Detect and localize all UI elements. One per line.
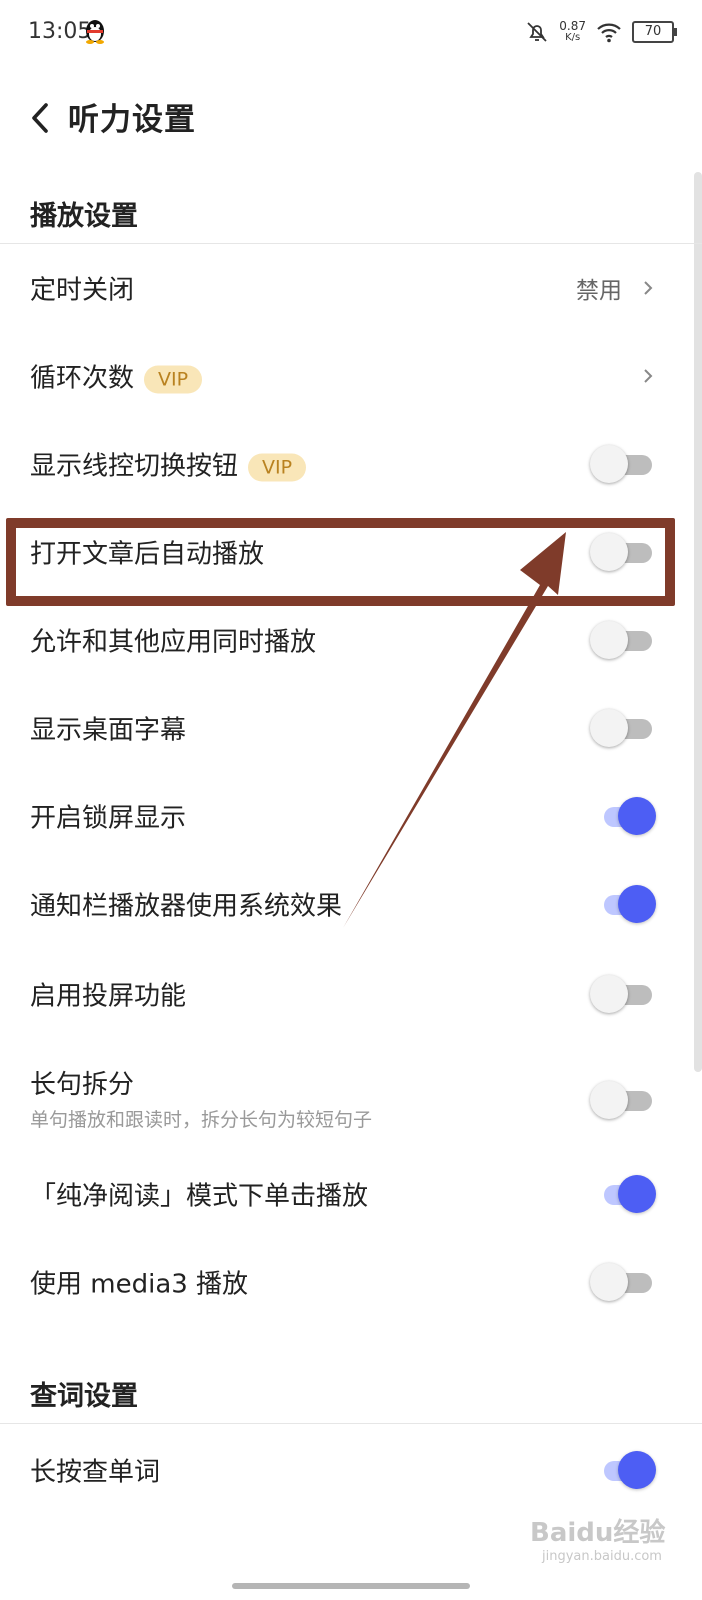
switch-knob bbox=[618, 1175, 656, 1213]
back-arrow-icon[interactable] bbox=[26, 100, 58, 136]
setting-label: 使用 media3 播放 bbox=[30, 1269, 249, 1300]
toggle-switch[interactable] bbox=[590, 884, 656, 924]
setting-label: 长句拆分 bbox=[30, 1070, 135, 1100]
watermark-subtext: jingyan.baidu.com bbox=[542, 1549, 662, 1564]
switch-knob bbox=[590, 709, 628, 747]
status-bar: 13:05 0.87 K/s 70 bbox=[0, 0, 702, 64]
toggle-switch[interactable] bbox=[590, 1262, 654, 1302]
setting-label-text: 循环次数 bbox=[30, 363, 135, 394]
setting-loop-count[interactable]: 循环次数 VIP bbox=[0, 332, 702, 420]
setting-notification-system: 通知栏播放器使用系统效果 bbox=[0, 860, 702, 948]
setting-label: 打开文章后自动播放 bbox=[30, 539, 265, 570]
switch-knob bbox=[590, 975, 628, 1013]
toggle-switch[interactable] bbox=[590, 1450, 656, 1490]
setting-label-text: 显示线控切换按钮 bbox=[30, 451, 239, 482]
switch-knob bbox=[590, 1081, 628, 1119]
switch-knob bbox=[590, 533, 628, 571]
vip-badge: VIP bbox=[144, 365, 203, 393]
setting-label: 启用投屏功能 bbox=[30, 981, 187, 1012]
switch-knob bbox=[590, 621, 628, 659]
setting-value: 禁用 bbox=[576, 278, 622, 304]
qq-penguin-icon bbox=[86, 20, 104, 44]
network-speed-unit: K/s bbox=[565, 32, 581, 43]
setting-label: 长按查单词 bbox=[30, 1457, 161, 1488]
toggle-switch[interactable] bbox=[590, 444, 654, 484]
setting-allow-other-apps: 允许和其他应用同时播放 bbox=[0, 596, 702, 684]
setting-desktop-lyrics: 显示桌面字幕 bbox=[0, 684, 702, 772]
toggle-switch[interactable] bbox=[590, 532, 654, 572]
setting-lockscreen: 开启锁屏显示 bbox=[0, 772, 702, 860]
setting-description: 单句播放和跟读时，拆分长句为较短句子 bbox=[30, 1109, 373, 1131]
setting-pure-read-tap: 「纯净阅读」模式下单击播放 bbox=[0, 1150, 702, 1238]
toggle-switch[interactable] bbox=[590, 1174, 656, 1214]
network-speed: 0.87 K/s bbox=[559, 20, 586, 44]
status-icons: 0.87 K/s 70 bbox=[525, 18, 677, 46]
network-speed-value: 0.87 bbox=[559, 19, 586, 33]
vip-badge: VIP bbox=[248, 453, 307, 481]
toggle-switch[interactable] bbox=[590, 796, 656, 836]
battery-indicator: 70 bbox=[632, 21, 677, 43]
setting-label: 定时关闭 bbox=[30, 275, 135, 306]
setting-label: 开启锁屏显示 bbox=[30, 803, 187, 834]
switch-knob bbox=[618, 1451, 656, 1489]
setting-auto-play: 打开文章后自动播放 bbox=[0, 508, 702, 596]
setting-media3: 使用 media3 播放 bbox=[0, 1238, 702, 1326]
toggle-switch[interactable] bbox=[590, 708, 654, 748]
top-bar: 听力设置 bbox=[0, 80, 702, 158]
setting-long-press-lookup: 长按查单词 bbox=[0, 1426, 702, 1514]
status-time: 13:05 bbox=[28, 19, 92, 44]
section-title-playback: 播放设置 bbox=[30, 201, 138, 232]
switch-knob bbox=[590, 1263, 628, 1301]
setting-timer-off[interactable]: 定时关闭 禁用 bbox=[0, 244, 702, 332]
page-title: 听力设置 bbox=[68, 102, 196, 138]
wifi-icon bbox=[597, 23, 621, 43]
setting-label: 通知栏播放器使用系统效果 bbox=[30, 891, 343, 922]
setting-split-sentences: 长句拆分 单句播放和跟读时，拆分长句为较短句子 bbox=[0, 1050, 702, 1150]
setting-wire-buttons: 显示线控切换按钮 VIP bbox=[0, 420, 702, 508]
section-title-lookup: 查词设置 bbox=[30, 1381, 138, 1412]
chevron-right-icon bbox=[644, 369, 653, 383]
home-indicator[interactable] bbox=[232, 1583, 470, 1589]
toggle-switch[interactable] bbox=[590, 620, 654, 660]
watermark-text: Baidu经验 bbox=[530, 1518, 666, 1548]
setting-label: 显示线控切换按钮 VIP bbox=[30, 446, 307, 483]
divider bbox=[0, 1423, 702, 1424]
setting-label: 允许和其他应用同时播放 bbox=[30, 627, 317, 658]
baidu-watermark: Baidu经验 jingyan.baidu.com bbox=[530, 1512, 665, 1564]
switch-knob bbox=[590, 445, 628, 483]
setting-label: 循环次数 VIP bbox=[30, 358, 203, 395]
switch-knob bbox=[618, 885, 656, 923]
switch-knob bbox=[618, 797, 656, 835]
setting-cast: 启用投屏功能 bbox=[0, 950, 702, 1038]
toggle-switch[interactable] bbox=[590, 1080, 654, 1120]
setting-label: 「纯净阅读」模式下单击播放 bbox=[30, 1181, 369, 1212]
toggle-switch[interactable] bbox=[590, 974, 654, 1014]
bell-off-icon bbox=[527, 22, 547, 42]
chevron-right-icon bbox=[644, 281, 653, 295]
setting-label: 显示桌面字幕 bbox=[30, 715, 187, 746]
